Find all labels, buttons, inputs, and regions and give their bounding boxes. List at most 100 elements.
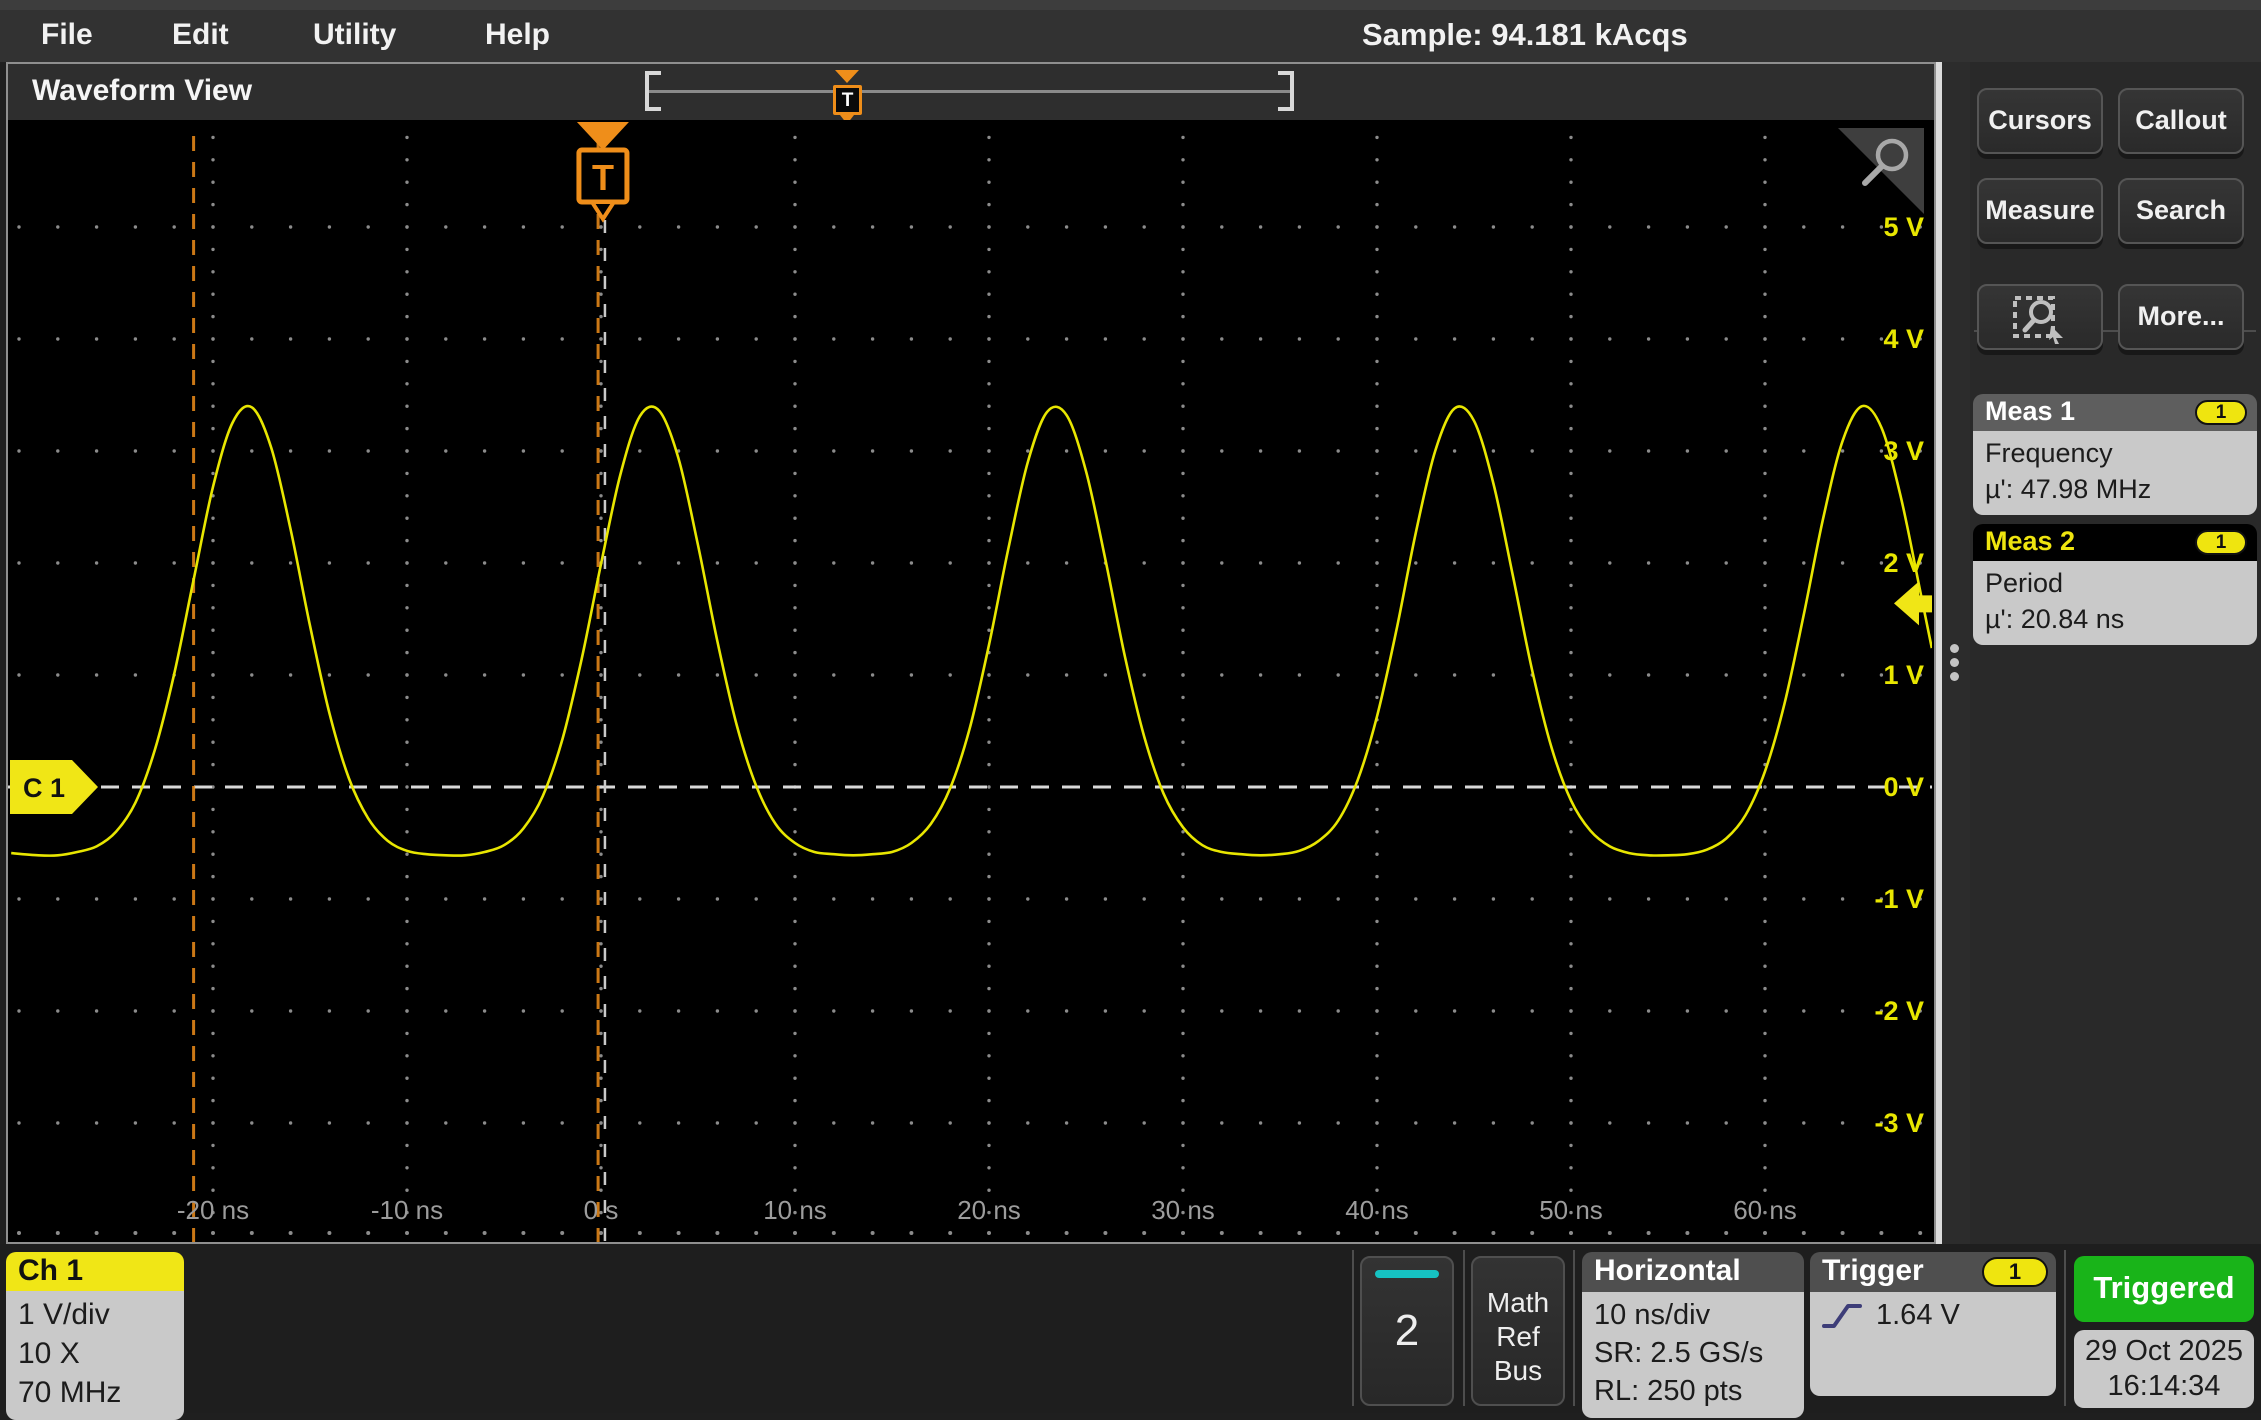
meas-2-header[interactable]: Meas 2 1: [1973, 524, 2257, 561]
datetime-box: 29 Oct 2025 16:14:34: [2074, 1330, 2254, 1408]
horizontal-card[interactable]: Horizontal 10 ns/div SR: 2.5 GS/s RL: 25…: [1582, 1252, 1804, 1418]
divider: [1463, 1250, 1465, 1406]
meas-1-card[interactable]: Meas 1 1 Frequency µ': 47.98 MHz: [1973, 394, 2257, 515]
right-panel: Cursors Callout Measure Search More... M…: [1970, 62, 2261, 1244]
y-axis-label-5V: 5 V: [1883, 212, 1924, 242]
trigger-title: Trigger: [1822, 1254, 1924, 1287]
measure-button[interactable]: Measure: [1977, 178, 2103, 244]
x-axis-label-8: 60 ns: [1733, 1195, 1797, 1225]
math-label: Math: [1473, 1286, 1563, 1320]
horizontal-sample-rate: SR: 2.5 GS/s: [1594, 1334, 1804, 1372]
waveform-view-titlebar: Waveform View T: [8, 64, 1934, 120]
x-axis-label-6: 40 ns: [1345, 1195, 1409, 1225]
trigger-header: Trigger 1: [1810, 1252, 2056, 1292]
channel-2-label: 2: [1362, 1306, 1452, 1356]
callout-button[interactable]: Callout: [2118, 88, 2244, 154]
rising-edge-icon: [1822, 1300, 1862, 1330]
y-axis-label--3V: -3 V: [1874, 1108, 1924, 1138]
meas-1-header[interactable]: Meas 1 1: [1973, 394, 2257, 431]
grid-dots: [17, 136, 1922, 1235]
acquisition-window-left-bracket: [645, 71, 661, 111]
time-label: 16:14:34: [2074, 1369, 2254, 1404]
divider: [1573, 1250, 1575, 1406]
waveform-view[interactable]: Waveform View T 5 V 4 V 3 V 2 V 1 V 0 V -1 V -2…: [6, 62, 1936, 1244]
scrollbar-track-edge: [1936, 62, 1942, 1244]
search-button[interactable]: Search: [2118, 178, 2244, 244]
x-axis-label-3: 10 ns: [763, 1195, 827, 1225]
trigger-card[interactable]: Trigger 1 1.64 V: [1810, 1252, 2056, 1396]
trigger-position-triangle-icon[interactable]: [835, 70, 859, 83]
trigger-marker[interactable]: T: [577, 122, 629, 219]
horizontal-record-length: RL: 250 pts: [1594, 1372, 1804, 1410]
meas-1-title: Meas 1: [1985, 396, 2075, 426]
math-ref-bus-button[interactable]: Math Ref Bus: [1471, 1256, 1565, 1406]
channel-2-button[interactable]: 2: [1360, 1256, 1454, 1406]
horizontal-settings: 10 ns/div SR: 2.5 GS/s RL: 250 pts: [1582, 1292, 1804, 1418]
waveform-plot[interactable]: 5 V 4 V 3 V 2 V 1 V 0 V -1 V -2 V -3 V -20 ns -10 …: [8, 120, 1932, 1242]
meas-1-kind: Frequency: [1985, 435, 2245, 471]
trigger-status-badge: Triggered: [2074, 1256, 2254, 1322]
scrollbar-grip-dot: [1950, 658, 1959, 667]
more-button[interactable]: More...: [2118, 284, 2244, 350]
cursors-button[interactable]: Cursors: [1977, 88, 2103, 154]
menu-utility[interactable]: Utility: [313, 18, 396, 52]
y-axis-label--1V: -1 V: [1874, 884, 1924, 914]
svg-text:T: T: [592, 157, 614, 198]
y-axis-label--2V: -2 V: [1874, 996, 1924, 1026]
trigger-source-badge: 1: [1982, 1257, 2048, 1287]
meas-1-source-badge: 1: [2195, 400, 2247, 425]
waveform-view-title: Waveform View: [32, 74, 252, 108]
channel-1-settings: 1 V/div 10 X 70 MHz: [6, 1291, 184, 1420]
bottom-bar: Ch 1 1 V/div 10 X 70 MHz 2 Math Ref Bus …: [0, 1244, 2261, 1413]
divider: [1352, 1250, 1354, 1406]
x-axis-label-7: 50 ns: [1539, 1195, 1603, 1225]
menu-bar: File Edit Utility Help Sample: 94.181 kA…: [0, 0, 2261, 62]
channel-1-bandwidth: 70 MHz: [18, 1373, 184, 1412]
trigger-level: 1.64 V: [1876, 1299, 1960, 1331]
x-axis-label-5: 30 ns: [1151, 1195, 1215, 1225]
horizontal-position-track[interactable]: [645, 90, 1293, 93]
y-axis-label-2V: 2 V: [1883, 548, 1924, 578]
channel-1-probe: 10 X: [18, 1334, 184, 1373]
channel-1-header[interactable]: Ch 1: [6, 1252, 184, 1291]
menu-file[interactable]: File: [41, 18, 93, 52]
acquisition-window-right-bracket: [1278, 71, 1294, 111]
divider: [2064, 1250, 2066, 1406]
channel-1-card[interactable]: Ch 1 1 V/div 10 X 70 MHz: [6, 1252, 184, 1420]
x-axis-label-4: 20 ns: [957, 1195, 1021, 1225]
bus-label: Bus: [1473, 1354, 1563, 1388]
meas-2-title: Meas 2: [1985, 526, 2075, 556]
svg-text:C 1: C 1: [23, 773, 65, 803]
x-axis-label-2: 0 s: [584, 1195, 619, 1225]
menu-edit[interactable]: Edit: [172, 18, 229, 52]
acquisition-sample-count: Sample: 94.181 kAcqs: [1362, 17, 1688, 53]
meas-2-source-badge: 1: [2195, 530, 2247, 555]
x-axis-label-0: -20 ns: [177, 1195, 249, 1225]
y-axis-label-3V: 3 V: [1883, 436, 1924, 466]
ref-label: Ref: [1473, 1320, 1563, 1354]
vertical-scrollbar[interactable]: [1936, 62, 1970, 1244]
zoom-select-button[interactable]: [1977, 284, 2103, 350]
meas-2-body: Period µ': 20.84 ns: [1973, 561, 2257, 645]
y-axis-label-4V: 4 V: [1883, 324, 1924, 354]
zoom-corner-button[interactable]: [1838, 128, 1924, 214]
meas-1-value: µ': 47.98 MHz: [1985, 471, 2245, 507]
trigger-position-flag-icon[interactable]: T: [833, 85, 862, 115]
x-axis-label-1: -10 ns: [371, 1195, 443, 1225]
scrollbar-grip-dot: [1950, 644, 1959, 653]
channel-1-scale: 1 V/div: [18, 1295, 184, 1334]
meas-2-kind: Period: [1985, 565, 2245, 601]
menu-help[interactable]: Help: [485, 18, 550, 52]
channel-1-plot-badge[interactable]: C 1: [10, 760, 98, 814]
channel-2-color-bar: [1375, 1270, 1439, 1278]
scrollbar-grip-dot: [1950, 672, 1959, 681]
date-label: 29 Oct 2025: [2074, 1334, 2254, 1369]
meas-2-card[interactable]: Meas 2 1 Period µ': 20.84 ns: [1973, 524, 2257, 645]
horizontal-header: Horizontal: [1582, 1252, 1804, 1292]
meas-2-value: µ': 20.84 ns: [1985, 601, 2245, 637]
y-axis-label-1V: 1 V: [1883, 660, 1924, 690]
meas-1-body: Frequency µ': 47.98 MHz: [1973, 431, 2257, 515]
trigger-settings: 1.64 V: [1810, 1292, 2056, 1396]
zoom-select-icon: [2011, 292, 2069, 344]
y-axis-label-0V: 0 V: [1883, 772, 1924, 802]
